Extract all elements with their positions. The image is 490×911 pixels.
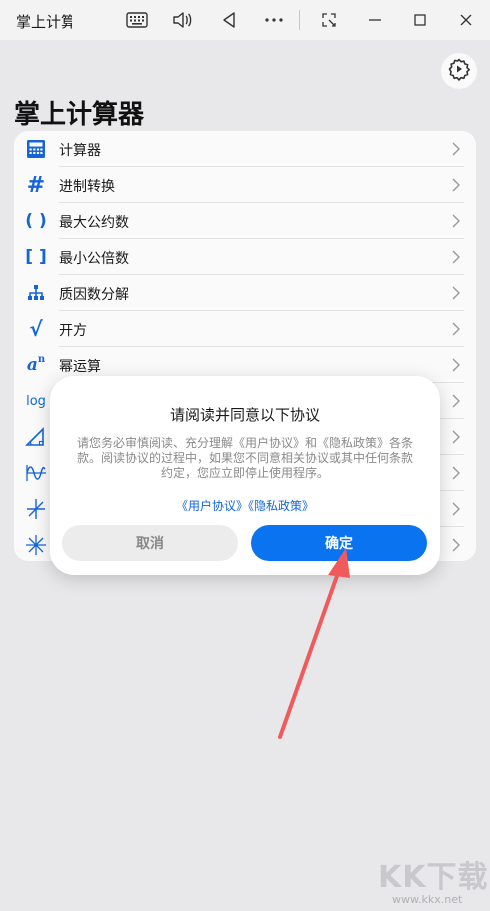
watermark-url: www.kkx.net (392, 893, 463, 906)
chevron-right-icon (452, 538, 460, 552)
chevron-right-icon (452, 142, 460, 156)
power-exponent: n (37, 353, 46, 365)
list-item-gcd[interactable]: ( ) 最大公约数 (14, 203, 476, 239)
chevron-right-icon (452, 358, 460, 372)
tree-icon (24, 281, 48, 305)
triangle-icon (24, 425, 48, 449)
titlebar-divider (299, 10, 300, 30)
minimize-icon[interactable] (362, 8, 388, 32)
settings-button[interactable] (441, 53, 477, 89)
chevron-right-icon (452, 250, 460, 264)
list-item-label: 进制转换 (59, 179, 115, 195)
list-item-label: 质因数分解 (59, 287, 129, 303)
keyboard-icon[interactable] (124, 8, 150, 32)
asterisk-icon (24, 497, 48, 521)
parentheses-icon: ( ) (25, 211, 47, 231)
list-item-calculator[interactable]: 计算器 (14, 131, 476, 167)
star-icon (24, 533, 48, 557)
settings-gear-icon (447, 57, 471, 85)
power-base: a (26, 355, 38, 375)
dialog-title: 请阅读并同意以下协议 (169, 406, 320, 424)
agreement-links[interactable]: 《用户协议》《隐私政策》 (50, 497, 440, 514)
window-title: 掌上计算器 (16, 13, 72, 31)
brackets-icon: [ ] (25, 247, 47, 267)
more-icon[interactable] (261, 8, 287, 32)
sqrt-icon: √ (29, 317, 43, 341)
chevron-right-icon (452, 214, 460, 228)
chevron-right-icon (452, 430, 460, 444)
chevron-right-icon (452, 466, 460, 480)
confirm-button[interactable]: 确定 (251, 525, 427, 561)
maximize-icon[interactable] (407, 8, 433, 32)
list-item-label: 最小公倍数 (59, 251, 129, 267)
agreement-dialog: 请阅读并同意以下协议 请您务必审慎阅读、充分理解《用户协议》和《隐私政策》各条款… (50, 376, 440, 575)
list-item-label: 开方 (59, 323, 87, 339)
list-item-label: 计算器 (59, 143, 101, 159)
cancel-button[interactable]: 取消 (62, 525, 238, 561)
list-item-base-conversion[interactable]: # 进制转换 (14, 167, 476, 203)
list-item-label: 幂运算 (59, 359, 101, 375)
calculator-icon (24, 137, 48, 161)
list-item-prime-factorization[interactable]: 质因数分解 (14, 275, 476, 311)
chevron-right-icon (452, 178, 460, 192)
wave-icon (24, 461, 48, 485)
list-item-lcm[interactable]: [ ] 最小公倍数 (14, 239, 476, 275)
snip-icon[interactable] (316, 8, 342, 32)
window-titlebar: 掌上计算器 (0, 0, 490, 40)
chevron-right-icon (452, 286, 460, 300)
chevron-right-icon (452, 502, 460, 516)
watermark-logo: KK下载 (378, 860, 489, 895)
close-icon[interactable] (453, 8, 479, 32)
list-item-square-root[interactable]: √ 开方 (14, 311, 476, 347)
list-item-label: 最大公约数 (59, 215, 129, 231)
chevron-right-icon (452, 394, 460, 408)
chevron-right-icon (452, 322, 460, 336)
back-icon[interactable] (216, 8, 242, 32)
hash-icon: # (26, 172, 46, 198)
page-title: 掌上计算器 (14, 100, 145, 130)
power-icon: an (24, 353, 48, 377)
volume-icon[interactable] (169, 8, 195, 32)
dialog-body: 请您务必审慎阅读、充分理解《用户协议》和《隐私政策》各条款。阅读协议的过程中，如… (76, 436, 413, 480)
log-icon: log (26, 393, 46, 409)
